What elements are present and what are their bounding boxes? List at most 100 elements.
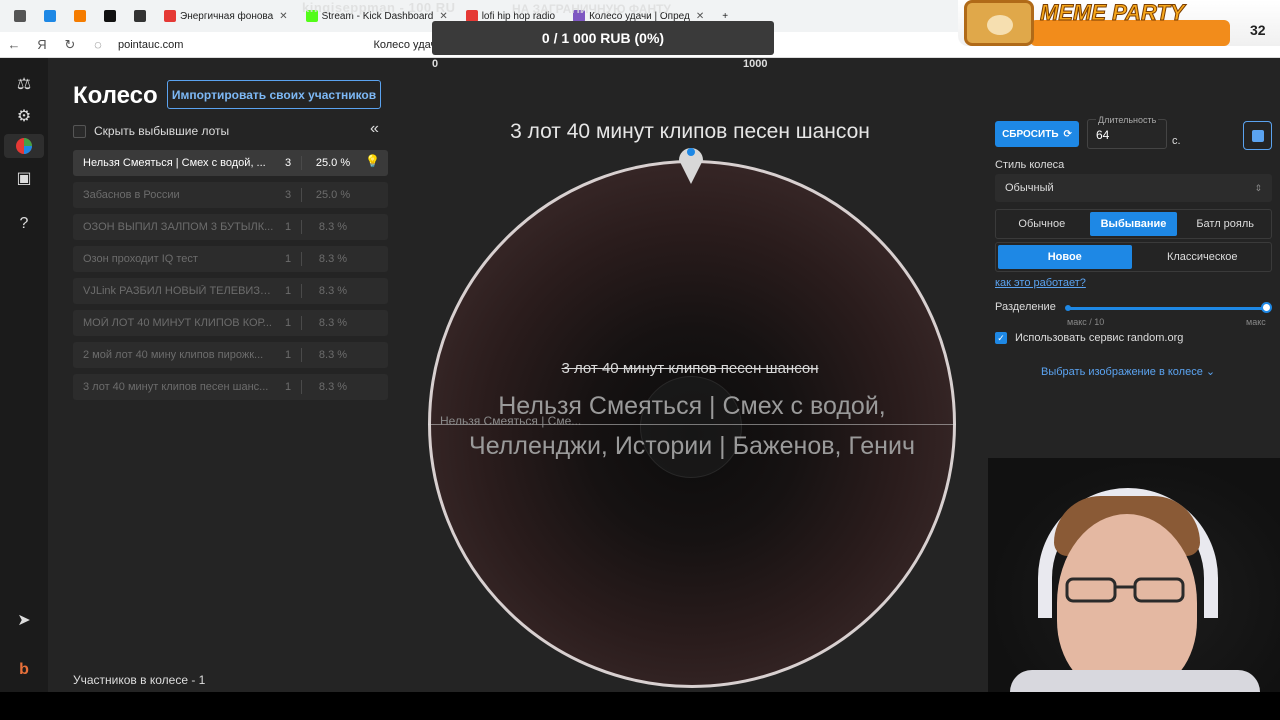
- donation-goal-bar: 0 / 1 000 RUB (0%): [432, 21, 774, 55]
- gear-icon[interactable]: ⚙: [12, 104, 36, 128]
- mode-option[interactable]: Батл рояль: [1181, 212, 1269, 236]
- telegram-icon[interactable]: ➤: [12, 608, 36, 632]
- lot-name[interactable]: Забаснов в России: [83, 189, 275, 201]
- random-org-row[interactable]: ✓ Использовать сервис random.org: [995, 332, 1183, 344]
- wheel-label-line2: Челленджи, Истории | Баженов, Генич: [469, 432, 915, 460]
- lot-name[interactable]: VJLink РАЗБИЛ НОВЫЙ ТЕЛЕВИЗО...: [83, 285, 275, 297]
- goal-scale-min: 0: [432, 58, 439, 70]
- shield-icon[interactable]: ◌: [84, 37, 112, 52]
- dice-button[interactable]: [1243, 121, 1272, 150]
- import-participants-button[interactable]: Импортировать своих участников: [167, 80, 381, 109]
- yandex-icon[interactable]: Я: [28, 37, 56, 52]
- clipboard-icon[interactable]: ▣: [12, 166, 36, 190]
- lot-amount[interactable]: 1: [281, 285, 295, 297]
- dice-icon: [1251, 129, 1264, 142]
- variant-option[interactable]: Новое: [998, 245, 1132, 269]
- lightbulb-icon[interactable]: 💡: [365, 154, 380, 172]
- tab-youtube-music[interactable]: Энергичная фонова ✕: [158, 5, 294, 27]
- lot-amount[interactable]: 3: [281, 189, 295, 201]
- tab-favicon: [44, 10, 56, 22]
- lot-row[interactable]: VJLink РАЗБИЛ НОВЫЙ ТЕЛЕВИЗО... 1 8.3 %: [73, 278, 388, 304]
- lot-percent: 8.3 %: [318, 253, 348, 265]
- lot-row[interactable]: Забаснов в России 3 25.0 %: [73, 182, 388, 208]
- reload-icon[interactable]: ↻: [56, 37, 84, 53]
- tab-sound[interactable]: [8, 5, 32, 27]
- mode-option[interactable]: Выбывание: [1089, 212, 1178, 236]
- lot-amount[interactable]: 1: [281, 349, 295, 361]
- back-icon[interactable]: ←: [0, 37, 28, 52]
- lot-percent: 25.0 %: [315, 157, 351, 169]
- stream-ticker-2: НА ЗАГРАНИЧНУЮ ФАНТУ: [512, 2, 671, 16]
- wheel-style-label: Стиль колеса: [995, 159, 1065, 171]
- lot-row[interactable]: 2 мой лот 40 мину клипов пирожк... 1 8.3 %: [73, 342, 388, 368]
- duration-value[interactable]: 64: [1096, 128, 1109, 142]
- mode-switch: Обычное Выбывание Батл рояль: [995, 209, 1272, 239]
- lot-divider: [301, 188, 302, 202]
- lot-divider: [301, 252, 302, 266]
- tab-favicon: [134, 10, 146, 22]
- lot-divider: [301, 348, 302, 362]
- close-icon[interactable]: ✕: [279, 11, 287, 22]
- lot-amount[interactable]: 1: [281, 253, 295, 265]
- lot-row[interactable]: Озон проходит IQ тест 1 8.3 %: [73, 246, 388, 272]
- lot-amount[interactable]: 3: [281, 157, 295, 169]
- mode-option[interactable]: Обычное: [998, 212, 1086, 236]
- lot-percent: 8.3 %: [318, 349, 348, 361]
- tab-2[interactable]: [68, 5, 92, 27]
- how-it-works-link[interactable]: как это работает?: [995, 277, 1086, 289]
- tab-4[interactable]: [128, 5, 152, 27]
- hide-eliminated-checkbox[interactable]: [73, 124, 86, 138]
- split-slider-thumb[interactable]: [1261, 302, 1272, 313]
- tab-favicon: [104, 10, 116, 22]
- lot-divider: [301, 316, 302, 330]
- random-org-checkbox[interactable]: ✓: [995, 332, 1007, 344]
- lot-divider: [301, 156, 302, 170]
- tab-3[interactable]: [98, 5, 122, 27]
- duration-label: Длительность: [1096, 115, 1159, 125]
- panel-title: Колесо: [73, 82, 158, 109]
- tab-1[interactable]: [38, 5, 62, 27]
- collapse-panel-icon[interactable]: «: [370, 120, 379, 138]
- choose-image-link[interactable]: Выбрать изображение в колесе ⌄: [1041, 365, 1215, 378]
- lot-row[interactable]: Нельзя Смеяться | Смех с водой, ... 3 25.0…: [73, 150, 388, 176]
- wheel-style-select[interactable]: Обычный ⇕: [995, 174, 1272, 202]
- split-slider-track[interactable]: [1067, 307, 1267, 310]
- lot-divider: [301, 284, 302, 298]
- lot-amount[interactable]: 1: [281, 221, 295, 233]
- lot-name[interactable]: 3 лот 40 минут клипов песен шанс...: [83, 381, 275, 393]
- close-icon[interactable]: ✕: [696, 11, 704, 22]
- shiba-icon: [964, 0, 1034, 46]
- hide-eliminated-label: Скрыть выбывшие лоты: [94, 124, 230, 138]
- bottom-bar: [0, 692, 1280, 720]
- variant-option[interactable]: Классическое: [1136, 245, 1270, 269]
- reset-label: СБРОСИТЬ: [1002, 128, 1059, 140]
- lot-row[interactable]: ОЗОН ВЫПИЛ ЗАЛПОМ 3 БУТЫЛК... 1 8.3 %: [73, 214, 388, 240]
- lot-amount[interactable]: 1: [281, 381, 295, 393]
- youtube-icon: [164, 10, 176, 22]
- lot-name[interactable]: Озон проходит IQ тест: [83, 253, 275, 265]
- reset-button[interactable]: СБРОСИТЬ ⟳: [995, 121, 1079, 147]
- lot-row[interactable]: 3 лот 40 минут клипов песен шанс... 1 8.3 …: [73, 374, 388, 400]
- plus-icon: +: [722, 10, 729, 22]
- lot-percent: 8.3 %: [318, 317, 348, 329]
- lot-name[interactable]: Нельзя Смеяться | Смех с водой, ...: [83, 157, 275, 169]
- lot-percent: 25.0 %: [315, 189, 351, 201]
- chevron-updown-icon: ⇕: [1254, 182, 1262, 193]
- pie-chart-icon: [16, 138, 32, 154]
- random-org-label: Использовать сервис random.org: [1015, 332, 1184, 344]
- url-field[interactable]: pointauc.com: [118, 39, 183, 51]
- variant-switch: Новое Классическое: [995, 242, 1272, 272]
- webcam-shirt: [1010, 670, 1260, 692]
- lot-name[interactable]: 2 мой лот 40 мину клипов пирожк...: [83, 349, 275, 361]
- wheel-winner-title: 3 лот 40 минут клипов песен шансон: [510, 120, 870, 143]
- brand-logo-icon[interactable]: b: [12, 658, 36, 682]
- auction-icon[interactable]: ⚖: [12, 72, 36, 96]
- help-icon[interactable]: ?: [12, 212, 36, 236]
- hide-eliminated-row[interactable]: Скрыть выбывшие лоты: [73, 124, 229, 138]
- participants-count: Участников в колесе - 1: [73, 673, 206, 687]
- lot-row[interactable]: МОЙ ЛОТ 40 МИНУТ КЛИПОВ КОР... 1 8.3 %: [73, 310, 388, 336]
- lot-name[interactable]: ОЗОН ВЫПИЛ ЗАЛПОМ 3 БУТЫЛК...: [83, 221, 275, 233]
- lot-name[interactable]: МОЙ ЛОТ 40 МИНУТ КЛИПОВ КОР...: [83, 317, 275, 329]
- lot-amount[interactable]: 1: [281, 317, 295, 329]
- wheel-nav-icon[interactable]: [4, 134, 44, 158]
